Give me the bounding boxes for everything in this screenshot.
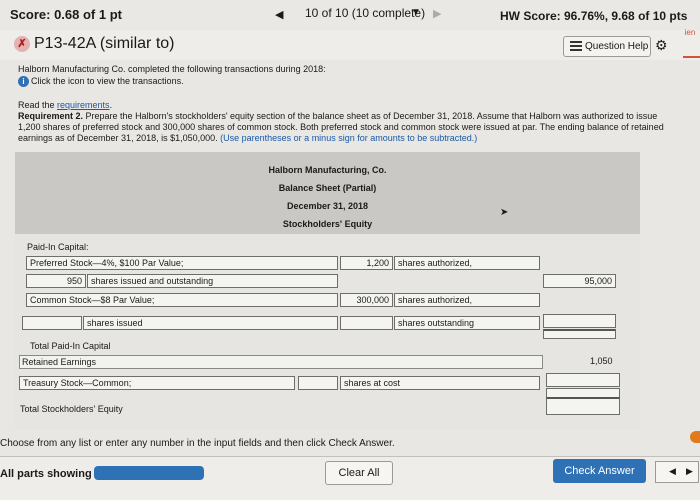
retained-earnings-label: Retained Earnings xyxy=(22,357,97,367)
question-navigator: ◀ 10 of 10 (10 complete) ▼ ▶ xyxy=(275,3,475,25)
preferred-issued-input[interactable]: 950 xyxy=(26,274,86,288)
requirement-text: Requirement 2. Prepare the Halborn's sto… xyxy=(18,111,668,144)
statement-date: December 31, 2018 xyxy=(286,201,369,211)
total-equity-input[interactable] xyxy=(546,397,620,415)
hw-score-label: HW Score: 96.76%, 9.68 of 10 pts xyxy=(500,9,688,23)
requirement-hint: (Use parentheses or a minus sign for amo… xyxy=(220,133,478,143)
company-name: Halborn Manufacturing, Co. xyxy=(268,165,387,175)
common-authorized-input[interactable]: 300,000 xyxy=(340,293,393,307)
previous-question-icon[interactable]: ◀ xyxy=(275,8,283,21)
statement-title: Balance Sheet (Partial) xyxy=(278,183,377,193)
common-issued-input[interactable] xyxy=(22,316,82,330)
instruction-text: Choose from any list or enter any number… xyxy=(0,438,395,449)
info-icon[interactable]: i xyxy=(18,76,29,88)
common-authorized-select[interactable]: shares authorized, xyxy=(394,293,540,307)
preferred-stock-select[interactable]: Preferred Stock—4%, $100 Par Value; xyxy=(26,256,338,270)
treasury-shares-input[interactable] xyxy=(298,376,338,390)
question-title-text: P13-42A (similar to) xyxy=(34,35,175,52)
intro-text: Halborn Manufacturing Co. completed the … xyxy=(18,64,326,74)
retained-earnings-row[interactable] xyxy=(19,355,543,369)
paid-in-capital-label: Paid-In Capital: xyxy=(27,242,89,252)
part-navigator: ◀ ▶ xyxy=(655,461,699,483)
next-part-icon[interactable]: ▶ xyxy=(686,466,693,477)
list-icon xyxy=(570,39,582,53)
flag-icon[interactable] xyxy=(690,431,700,443)
common-stock-select[interactable]: Common Stock—$8 Par Value; xyxy=(26,293,338,307)
common-outstanding-select[interactable]: shares outstanding xyxy=(394,316,540,330)
gear-icon[interactable]: ⚙ xyxy=(655,37,668,54)
preferred-amount-input[interactable]: 95,000 xyxy=(543,274,616,288)
treasury-amount-input[interactable] xyxy=(546,373,620,387)
requirements-link[interactable]: requirements xyxy=(57,100,110,110)
total-equity-label: Total Stockholders' Equity xyxy=(20,404,123,414)
total-paid-in-label: Total Paid-In Capital xyxy=(30,341,111,351)
check-answer-button[interactable]: Check Answer xyxy=(553,459,646,483)
question-title: ✗ P13-42A (similar to) xyxy=(14,35,175,53)
question-help-button[interactable]: Question Help xyxy=(563,36,651,57)
preferred-authorized-input[interactable]: 1,200 xyxy=(340,256,393,270)
read-requirements: Read the requirements. xyxy=(18,100,112,110)
section-title: Stockholders' Equity xyxy=(282,219,373,229)
next-question-icon[interactable]: ▶ xyxy=(433,7,441,20)
question-help-label: Question Help xyxy=(585,41,649,52)
common-outstanding-input[interactable] xyxy=(340,316,393,330)
all-parts-label: All parts showing xyxy=(0,468,92,480)
preferred-authorized-select[interactable]: shares authorized, xyxy=(394,256,540,270)
preferred-issued-select[interactable]: shares issued and outstanding xyxy=(87,274,338,288)
transactions-info[interactable]: i Click the icon to view the transactions… xyxy=(18,76,184,88)
treasury-shares-select[interactable]: shares at cost xyxy=(340,376,540,390)
score-label: Score: 0.68 of 1 pt xyxy=(10,7,122,22)
statement-header: Halborn Manufacturing, Co. Balance Sheet… xyxy=(15,152,640,234)
click-info-text: Click the icon to view the transactions. xyxy=(31,76,184,86)
common-amount-input-2[interactable] xyxy=(543,329,616,339)
mouse-cursor-icon: ➤ xyxy=(500,207,509,218)
corner-text: ien xyxy=(684,28,696,37)
previous-part-icon[interactable]: ◀ xyxy=(669,466,676,477)
question-position[interactable]: 10 of 10 (10 complete) xyxy=(305,6,425,20)
clear-all-button[interactable]: Clear All xyxy=(325,461,393,485)
read-suffix: . xyxy=(109,100,113,110)
treasury-stock-select[interactable]: Treasury Stock—Common; xyxy=(19,376,295,390)
requirement-label: Requirement 2. xyxy=(18,111,84,121)
read-prefix: Read the xyxy=(18,100,58,110)
incorrect-icon: ✗ xyxy=(14,35,30,52)
common-issued-select[interactable]: shares issued xyxy=(83,316,338,330)
question-dropdown-icon[interactable]: ▼ xyxy=(411,7,421,18)
progress-bar xyxy=(94,466,204,480)
common-amount-input[interactable] xyxy=(543,314,616,328)
retained-earnings-amount: 1,050 xyxy=(590,356,613,366)
corner-divider xyxy=(683,56,700,58)
